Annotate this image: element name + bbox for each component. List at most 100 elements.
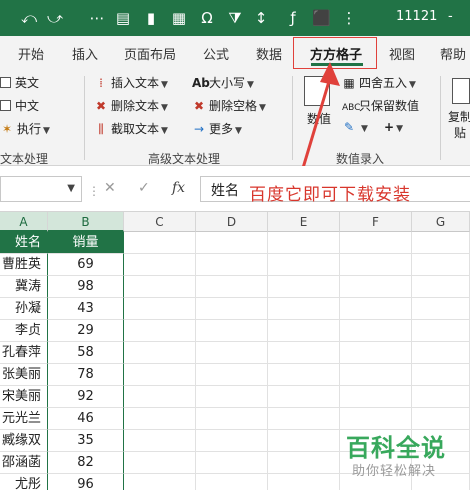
empty-cell[interactable]	[196, 232, 268, 254]
empty-cell[interactable]	[412, 254, 470, 276]
keep-value-button[interactable]: ABC只保留数值	[342, 97, 419, 114]
chart-icon[interactable]: ▮	[142, 8, 160, 28]
empty-cell[interactable]	[124, 408, 196, 430]
cell-name[interactable]: 尤彤	[0, 474, 48, 490]
empty-cell[interactable]	[340, 298, 412, 320]
function-icon[interactable]: ƒ	[284, 8, 302, 28]
empty-cell[interactable]	[268, 298, 340, 320]
tab-home[interactable]: 开始	[18, 44, 44, 63]
cell-sales[interactable]: 29	[48, 320, 124, 342]
tab-page-layout[interactable]: 页面布局	[124, 44, 176, 63]
cell-name[interactable]: 孙凝	[0, 298, 48, 320]
cell-name[interactable]: 冀涛	[0, 276, 48, 298]
empty-cell[interactable]	[340, 232, 412, 254]
tab-insert[interactable]: 插入	[72, 44, 98, 63]
header-cell-sales[interactable]: 销量	[48, 232, 124, 254]
empty-cell[interactable]	[340, 386, 412, 408]
enter-icon[interactable]: ✓	[138, 180, 150, 196]
form-icon[interactable]: ▤	[114, 8, 132, 28]
empty-cell[interactable]	[412, 232, 470, 254]
empty-cell[interactable]	[412, 364, 470, 386]
sort-icon[interactable]: ↕	[252, 8, 270, 28]
cell-sales[interactable]: 69	[48, 254, 124, 276]
cell-name[interactable]: 臧缘双	[0, 430, 48, 452]
cell-name[interactable]: 李贞	[0, 320, 48, 342]
empty-cell[interactable]	[268, 276, 340, 298]
empty-cell[interactable]	[268, 232, 340, 254]
copy-paste-button[interactable]: 复制 贴	[448, 74, 470, 144]
empty-cell[interactable]	[124, 430, 196, 452]
cell-sales[interactable]: 58	[48, 342, 124, 364]
tab-view[interactable]: 视图	[389, 44, 415, 63]
empty-cell[interactable]	[268, 342, 340, 364]
empty-cell[interactable]	[412, 276, 470, 298]
empty-cell[interactable]	[196, 298, 268, 320]
cell-sales[interactable]: 98	[48, 276, 124, 298]
tab-formulas[interactable]: 公式	[203, 44, 229, 63]
empty-cell[interactable]	[196, 408, 268, 430]
cell-sales[interactable]: 35	[48, 430, 124, 452]
empty-cell[interactable]	[124, 298, 196, 320]
symbol-icon[interactable]: Ω	[198, 8, 216, 28]
empty-cell[interactable]	[124, 276, 196, 298]
insert-text-button[interactable]: ⁞ 插入文本 ▼	[94, 74, 168, 91]
cell-sales[interactable]: 96	[48, 474, 124, 490]
empty-cell[interactable]	[340, 320, 412, 342]
cell-name[interactable]: 元光兰	[0, 408, 48, 430]
empty-cell[interactable]	[268, 364, 340, 386]
cell-sales[interactable]: 43	[48, 298, 124, 320]
empty-cell[interactable]	[412, 408, 470, 430]
empty-cell[interactable]	[340, 254, 412, 276]
empty-cell[interactable]	[268, 408, 340, 430]
empty-cell[interactable]	[268, 474, 340, 490]
tab-data[interactable]: 数据	[256, 44, 282, 63]
header-cell-name[interactable]: 姓名	[0, 232, 48, 254]
cell-name[interactable]: 孔春萍	[0, 342, 48, 364]
empty-cell[interactable]	[268, 320, 340, 342]
column-header-d[interactable]: D	[196, 212, 268, 232]
column-header-f[interactable]: F	[340, 212, 412, 232]
empty-cell[interactable]	[412, 320, 470, 342]
tag-icon[interactable]: ⬛	[312, 8, 331, 28]
cell-sales[interactable]: 92	[48, 386, 124, 408]
case-button[interactable]: Ab大小写 ▼	[192, 74, 254, 91]
more-button[interactable]: → 更多 ▼	[192, 120, 242, 137]
redo-icon[interactable]: ⤻	[46, 8, 64, 28]
round-button[interactable]: ▦ 四舍五入 ▼	[342, 74, 416, 91]
empty-cell[interactable]	[124, 320, 196, 342]
empty-cell[interactable]	[268, 430, 340, 452]
insert-function-icon[interactable]: fx	[172, 180, 185, 196]
empty-cell[interactable]	[268, 254, 340, 276]
empty-cell[interactable]	[196, 386, 268, 408]
empty-cell[interactable]	[268, 452, 340, 474]
empty-cell[interactable]	[412, 298, 470, 320]
delete-text-button[interactable]: ✖ 删除文本 ▼	[94, 97, 168, 114]
empty-cell[interactable]	[196, 474, 268, 490]
cell-name[interactable]: 曹胜英	[0, 254, 48, 276]
column-header-b[interactable]: B	[48, 212, 124, 232]
plus-dropdown[interactable]: + ▼	[384, 120, 403, 134]
checkbox-english[interactable]: 英文	[0, 74, 39, 91]
empty-cell[interactable]	[124, 232, 196, 254]
empty-cell[interactable]	[196, 452, 268, 474]
empty-cell[interactable]	[196, 342, 268, 364]
undo-icon[interactable]: ⤺	[20, 8, 38, 28]
empty-cell[interactable]	[340, 276, 412, 298]
execute-button[interactable]: ✶ 执行 ▼	[0, 120, 50, 137]
name-box[interactable]: ▼	[0, 176, 82, 202]
delete-space-button[interactable]: ✖ 删除空格 ▼	[192, 97, 266, 114]
tab-help[interactable]: 帮助	[440, 44, 466, 63]
cancel-icon[interactable]: ✕	[104, 180, 116, 196]
empty-cell[interactable]	[124, 474, 196, 490]
empty-cell[interactable]	[196, 254, 268, 276]
column-header-g[interactable]: G	[412, 212, 470, 232]
cell-sales[interactable]: 82	[48, 452, 124, 474]
table-icon[interactable]: ▦	[170, 8, 188, 28]
cell-name[interactable]: 邵涵菡	[0, 452, 48, 474]
empty-cell[interactable]	[340, 408, 412, 430]
empty-cell[interactable]	[124, 364, 196, 386]
empty-cell[interactable]	[196, 320, 268, 342]
empty-cell[interactable]	[340, 342, 412, 364]
empty-cell[interactable]	[124, 254, 196, 276]
empty-cell[interactable]	[124, 452, 196, 474]
